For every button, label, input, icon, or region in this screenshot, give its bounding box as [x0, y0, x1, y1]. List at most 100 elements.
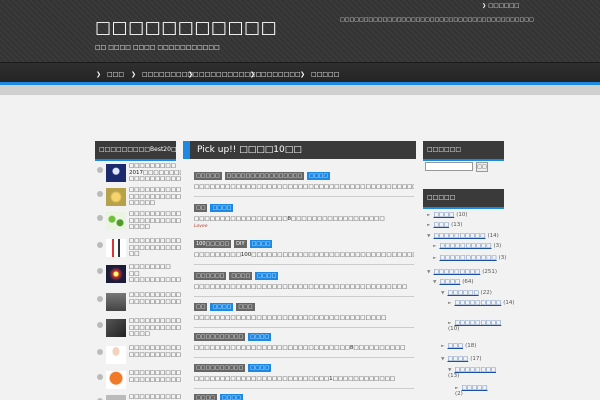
category-count: (14)	[503, 300, 515, 306]
category-link[interactable]: □□□□	[447, 356, 468, 362]
category-tag[interactable]: □□□□□□□□□□	[194, 364, 246, 372]
entry-title-link[interactable]: □□□□□□□□□□□□□□□□□□□□□□□□□□□□□□□□□□□□□□□□…	[194, 284, 414, 297]
ranking-item[interactable]: □□□□□□□□□□□ □□□□□□□□□□□□	[97, 345, 181, 367]
chevron-right-icon: ❯	[131, 71, 137, 78]
ranking-item[interactable]: □□□□□□□□□□□ □□□□□□□□□□□□ □□□□□	[97, 187, 181, 209]
category-item[interactable]: ▼ □□□□□□□□□□ (14)	[427, 233, 499, 239]
ranking-item-title[interactable]: □□□□□□□□□ 2017□□□□□□□□□□ □□□□□□□□□□□	[129, 163, 181, 183]
category-tag[interactable]: □□	[194, 204, 208, 212]
triangle-down-icon: ▼	[433, 280, 437, 285]
category-tag[interactable]: □□□□	[229, 272, 253, 280]
category-tag[interactable]: □□□□	[248, 364, 272, 372]
category-item[interactable]: ► □□□□ (10)	[427, 212, 468, 218]
category-tag[interactable]: □□□□	[194, 394, 217, 400]
category-item[interactable]: ► □□□□□□□□□ (14)	[448, 300, 515, 306]
ranking-item-title[interactable]: □□□□□□□□□□□ □□□□□□□□□□□□ □□□□	[129, 211, 181, 231]
category-item[interactable]: ► □□□□□ (2)	[455, 385, 495, 397]
category-link[interactable]: □□□□□	[461, 385, 487, 391]
category-link[interactable]: □□□□□□□□□□	[433, 233, 485, 239]
category-tag[interactable]: 100□□□□□	[194, 240, 232, 248]
category-link[interactable]: □□□□	[433, 212, 454, 218]
ranking-item-title[interactable]: □□□□□□□□□□□ □□□□□□□□□□□□ □□	[129, 238, 181, 258]
category-item[interactable]: ▼ □□□□□□ (22)	[441, 290, 492, 296]
search-button[interactable]: □□	[476, 162, 488, 172]
ranking-thumbnail[interactable]	[106, 239, 126, 257]
ranking-thumbnail[interactable]	[106, 293, 126, 311]
category-tag[interactable]: □□□	[236, 303, 255, 311]
category-tag[interactable]: DIY	[234, 240, 247, 248]
entry-title-link[interactable]: □□□□□□□□□□□□□□□□□□□□□□□□□□□□□□□□□□□□□	[194, 315, 414, 328]
ranking-thumbnail[interactable]	[106, 346, 126, 364]
pickup-accent	[183, 141, 190, 159]
category-link[interactable]: □□□□□□□□□	[454, 300, 501, 306]
ranking-thumbnail[interactable]	[106, 164, 126, 182]
nav-item-4[interactable]: ❯ □□□□□□□	[250, 71, 301, 78]
ranking-item[interactable]: □□□□□□□□□□□ □□□□□□□□□□□□ □□□□	[97, 318, 181, 340]
category-tag[interactable]: □□	[194, 303, 208, 311]
category-link[interactable]: □□□	[433, 222, 449, 228]
nav-item-1[interactable]: ❯ □□□	[96, 71, 124, 78]
ranking-item[interactable]: □□□□□□□□□□□ □□□□□□□□□□□□	[97, 370, 181, 392]
category-item[interactable]: ► □□□□□□□□□□□ (3)	[433, 255, 506, 261]
ranking-item-title[interactable]: □□□□□□□□□□□ □□□□□□□□□□□□	[129, 292, 181, 312]
category-item[interactable]: ▼ □□□□ (17)	[441, 356, 482, 362]
category-tag[interactable]: □□□□□□□□□□	[194, 333, 246, 341]
site-title[interactable]: □□□□□□□□□□□	[95, 18, 277, 38]
category-tag[interactable]: □□□□	[249, 240, 273, 248]
ranking-item[interactable]: □□□□□□□□□□□ □□□□□□□□	[97, 394, 181, 400]
ranking-item[interactable]: □□□□□□□□□□□ □□□□□□□□□□□□ □□	[97, 238, 181, 260]
category-link[interactable]: □□□□□□□□□	[454, 320, 501, 326]
category-link[interactable]: □□□□□□□□□	[433, 269, 480, 275]
entry-title-link[interactable]: □□□□□□□□□100□□□□□□□□□□□□□□□□□□□□□□□□□□□□…	[194, 252, 414, 265]
entry-title-link[interactable]: □□□□□□□□□□□□□□□□□□□□□□□□□□□□□□8□□□□□□□□□…	[194, 345, 414, 358]
entry-title-link[interactable]: □□□□□□□□□□□□□□□□□□□□□□□□□□1□□□□□□□□□□□□	[194, 376, 414, 389]
category-link[interactable]: □□□	[447, 343, 463, 349]
ranking-item[interactable]: □□□□□□□□ □□ □□□□□□□□□□□□ □□□□□□□	[97, 264, 181, 286]
ranking-thumbnail[interactable]	[106, 371, 126, 389]
ranking-thumbnail[interactable]	[106, 212, 126, 230]
category-item[interactable]: ▼ □□□□□□□□ (13)	[448, 367, 496, 379]
category-link[interactable]: □□□□□□□□□□□	[439, 255, 496, 261]
category-item[interactable]: ► □□□ (18)	[441, 343, 476, 349]
category-tag[interactable]: □□□□	[219, 394, 243, 400]
category-link[interactable]: □□□□□□□□□□	[439, 243, 491, 249]
entry-title-link[interactable]: □□□□□□□□□□□□□□□□□□□□□□□□□□□□□□□□□□□□□□□□…	[194, 184, 414, 197]
category-tag[interactable]: □□□□	[255, 272, 279, 280]
category-link[interactable]: □□□□□□	[447, 290, 478, 296]
category-tag[interactable]: □□□□	[307, 172, 331, 180]
ranking-item-title[interactable]: □□□□□□□□□□□ □□□□□□□□	[129, 394, 181, 400]
ranking-thumbnail[interactable]	[106, 319, 126, 337]
category-tag[interactable]: □□□□□□	[194, 272, 227, 280]
bullet-icon	[97, 322, 103, 328]
category-link[interactable]: □□□□□□□□	[454, 367, 496, 373]
category-tag[interactable]: □□□□□□□□□□□□□□□□	[224, 172, 305, 180]
category-tag[interactable]: □□□□	[248, 333, 272, 341]
ranking-item-title[interactable]: □□□□□□□□□□□ □□□□□□□□□□□□	[129, 345, 181, 365]
ranking-item-title[interactable]: □□□□□□□□□□□ □□□□□□□□□□□□ □□□□	[129, 318, 181, 338]
entry-title-link[interactable]: □□□□□□□□□□□□□□□□□□8□□□□□□□□□□□□□□□□□□	[194, 216, 414, 228]
category-item[interactable]: ► □□□□□□□□□□ (3)	[433, 243, 501, 249]
header-top-link[interactable]: ❯ □□□□□□	[482, 3, 519, 9]
categories-title: □□□□□	[423, 189, 504, 207]
category-tag[interactable]: □□□□□	[194, 172, 222, 180]
ranking-item-title[interactable]: □□□□□□□□□□□ □□□□□□□□□□□□ □□□□□	[129, 187, 181, 207]
triangle-down-icon: ▼	[441, 291, 445, 296]
category-link[interactable]: □□□□	[439, 279, 460, 285]
ranking-thumbnail[interactable]	[106, 188, 126, 206]
ranking-thumbnail[interactable]	[106, 265, 126, 283]
bullet-icon	[97, 167, 103, 173]
category-tag[interactable]: □□□□	[210, 204, 234, 212]
category-item[interactable]: ▼ □□□□□□□□□ (251)	[427, 269, 497, 275]
nav-item-5[interactable]: ❯ □□□□□	[300, 71, 339, 78]
category-item[interactable]: ► □□□ (13)	[427, 222, 462, 228]
ranking-item-title[interactable]: □□□□□□□□ □□ □□□□□□□□□□□□ □□□□□□□	[129, 264, 181, 284]
ranking-thumbnail[interactable]	[106, 395, 126, 400]
category-item[interactable]: ► □□□□□□□□□ (10)	[448, 320, 501, 332]
category-tag[interactable]: □□□□	[210, 303, 234, 311]
ranking-item[interactable]: □□□□□□□□□□□ □□□□□□□□□□□□ □□□□	[97, 211, 181, 233]
search-input[interactable]	[425, 162, 473, 171]
ranking-item-title[interactable]: □□□□□□□□□□□ □□□□□□□□□□□□	[129, 370, 181, 390]
category-item[interactable]: ▼ □□□□ (64)	[433, 279, 474, 285]
ranking-item[interactable]: □□□□□□□□□ 2017□□□□□□□□□□ □□□□□□□□□□□	[97, 163, 181, 185]
ranking-item[interactable]: □□□□□□□□□□□ □□□□□□□□□□□□	[97, 292, 181, 314]
